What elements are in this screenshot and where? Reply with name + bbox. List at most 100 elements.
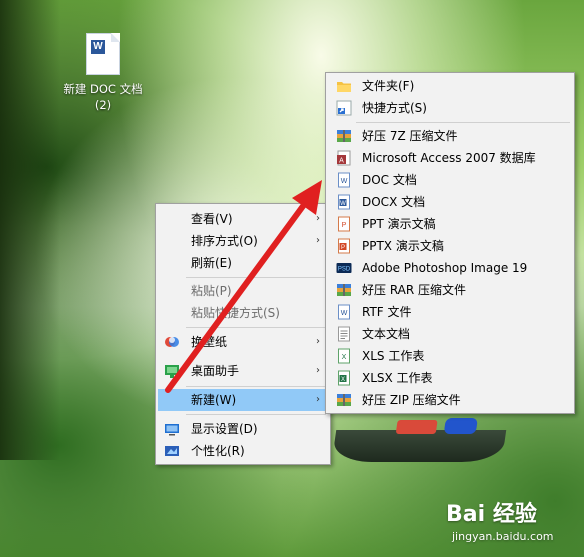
menu-item-personalize[interactable]: 个性化(R) bbox=[158, 440, 328, 462]
submenu-item-label: XLSX 工作表 bbox=[362, 371, 433, 385]
menu-item-desktop-assistant[interactable]: 桌面助手 › bbox=[158, 360, 328, 382]
svg-text:P: P bbox=[342, 222, 347, 229]
text-icon bbox=[338, 326, 350, 342]
display-icon bbox=[165, 424, 179, 436]
menu-item-view[interactable]: 查看(V) › bbox=[158, 208, 328, 230]
menu-item-new[interactable]: 新建(W) › bbox=[158, 389, 328, 411]
doc-file-icon: W bbox=[86, 33, 120, 75]
word-glyph: W bbox=[91, 40, 105, 54]
svg-text:X: X bbox=[341, 377, 345, 383]
submenu-item-label: PPT 演示文稿 bbox=[362, 217, 436, 231]
shortcut-icon bbox=[336, 100, 352, 116]
chevron-right-icon: › bbox=[316, 336, 320, 347]
submenu-item-label: 好压 RAR 压缩文件 bbox=[362, 283, 467, 297]
access-icon: A bbox=[337, 150, 351, 166]
svg-text:X: X bbox=[342, 354, 347, 361]
watermark: Bai 经验 jingyan.baidu.com bbox=[446, 496, 580, 552]
submenu-item-label: 文件夹(F) bbox=[362, 79, 415, 93]
archive-icon bbox=[337, 394, 351, 406]
menu-item-label: 查看(V) bbox=[191, 212, 233, 226]
submenu-item-psd[interactable]: PSD Adobe Photoshop Image 19 bbox=[328, 257, 572, 279]
wallpaper-boat bbox=[331, 418, 507, 462]
svg-text:W: W bbox=[341, 178, 348, 185]
submenu-item-zip[interactable]: 好压 ZIP 压缩文件 bbox=[328, 389, 572, 411]
personalize-icon bbox=[165, 446, 179, 456]
svg-text:PSD: PSD bbox=[338, 267, 351, 273]
submenu-item-7z[interactable]: 好压 7Z 压缩文件 bbox=[328, 125, 572, 147]
ppt-icon: P bbox=[338, 216, 350, 232]
menu-item-label: 刷新(E) bbox=[191, 256, 232, 270]
submenu-item-text[interactable]: 文本文档 bbox=[328, 323, 572, 345]
submenu-item-shortcut[interactable]: 快捷方式(S) bbox=[328, 97, 572, 119]
boat-cargo bbox=[395, 420, 438, 434]
folder-icon bbox=[337, 82, 351, 92]
submenu-item-docx[interactable]: W DOCX 文档 bbox=[328, 191, 572, 213]
docx-icon: W bbox=[338, 194, 350, 210]
chevron-right-icon: › bbox=[316, 365, 320, 376]
submenu-item-doc[interactable]: W DOC 文档 bbox=[328, 169, 572, 191]
submenu-item-rtf[interactable]: W RTF 文件 bbox=[328, 301, 572, 323]
submenu-item-label: XLS 工作表 bbox=[362, 349, 425, 363]
menu-item-wallpaper[interactable]: 换壁纸 › bbox=[158, 331, 328, 353]
menu-separator bbox=[186, 386, 326, 387]
submenu-item-pptx[interactable]: P PPTX 演示文稿 bbox=[328, 235, 572, 257]
chevron-right-icon: › bbox=[316, 394, 320, 405]
submenu-item-rar[interactable]: 好压 RAR 压缩文件 bbox=[328, 279, 572, 301]
pptx-icon: P bbox=[338, 238, 350, 254]
watermark-brand: Bai 经验 bbox=[446, 502, 537, 527]
chevron-right-icon: › bbox=[316, 213, 320, 224]
submenu-item-xlsx[interactable]: X XLSX 工作表 bbox=[328, 367, 572, 389]
wallpaper-icon bbox=[165, 337, 179, 347]
submenu-item-label: 文本文档 bbox=[362, 327, 411, 341]
menu-item-sort[interactable]: 排序方式(O) › bbox=[158, 230, 328, 252]
chevron-right-icon: › bbox=[316, 235, 320, 246]
svg-text:P: P bbox=[341, 245, 345, 251]
submenu-item-label: Microsoft Access 2007 数据库 bbox=[362, 151, 536, 165]
submenu-item-label: DOCX 文档 bbox=[362, 195, 426, 209]
menu-item-paste[interactable]: 粘贴(P) bbox=[158, 280, 328, 302]
archive-icon bbox=[337, 130, 351, 142]
assistant-icon bbox=[165, 365, 179, 378]
submenu-item-label: 快捷方式(S) bbox=[362, 101, 427, 115]
context-menu: 查看(V) › 排序方式(O) › 刷新(E) 粘贴(P) 粘贴快捷方式(S) … bbox=[155, 203, 331, 465]
xlsx-icon: X bbox=[338, 370, 350, 386]
watermark-url: jingyan.baidu.com bbox=[452, 530, 554, 543]
svg-text:W: W bbox=[340, 201, 346, 207]
submenu-item-access[interactable]: A Microsoft Access 2007 数据库 bbox=[328, 147, 572, 169]
doc-icon: W bbox=[338, 172, 350, 188]
desktop-icon-doc[interactable]: W 新建 DOC 文档 (2) bbox=[62, 33, 144, 113]
wallpaper-tree bbox=[0, 0, 60, 460]
menu-separator bbox=[186, 414, 326, 415]
submenu-item-label: 好压 7Z 压缩文件 bbox=[362, 129, 458, 143]
submenu-item-label: 好压 ZIP 压缩文件 bbox=[362, 393, 461, 407]
rtf-icon: W bbox=[338, 304, 350, 320]
svg-text:A: A bbox=[339, 158, 344, 165]
xls-icon: X bbox=[338, 348, 350, 364]
menu-item-label: 换壁纸 bbox=[191, 335, 228, 349]
menu-item-label: 桌面助手 bbox=[191, 364, 240, 378]
menu-separator bbox=[356, 122, 570, 123]
menu-item-display-settings[interactable]: 显示设置(D) bbox=[158, 418, 328, 440]
menu-item-label: 新建(W) bbox=[191, 393, 237, 407]
menu-item-label: 个性化(R) bbox=[191, 444, 245, 458]
menu-separator bbox=[186, 327, 326, 328]
menu-item-label: 显示设置(D) bbox=[191, 422, 258, 436]
menu-item-paste-shortcut[interactable]: 粘贴快捷方式(S) bbox=[158, 302, 328, 324]
desktop-icon-label: 新建 DOC 文档 (2) bbox=[63, 82, 143, 112]
menu-item-label: 粘贴快捷方式(S) bbox=[191, 306, 280, 320]
submenu-item-label: Adobe Photoshop Image 19 bbox=[362, 261, 528, 275]
menu-item-refresh[interactable]: 刷新(E) bbox=[158, 252, 328, 274]
submenu-item-label: PPTX 演示文稿 bbox=[362, 239, 444, 253]
menu-item-label: 排序方式(O) bbox=[191, 234, 258, 248]
menu-separator bbox=[186, 277, 326, 278]
submenu-item-xls[interactable]: X XLS 工作表 bbox=[328, 345, 572, 367]
submenu-item-ppt[interactable]: P PPT 演示文稿 bbox=[328, 213, 572, 235]
submenu-item-label: DOC 文档 bbox=[362, 173, 417, 187]
page-fold bbox=[111, 33, 120, 42]
submenu-item-label: RTF 文件 bbox=[362, 305, 412, 319]
svg-text:W: W bbox=[341, 310, 348, 317]
boat-cargo bbox=[443, 418, 478, 434]
menu-item-label: 粘贴(P) bbox=[191, 284, 232, 298]
submenu-item-folder[interactable]: 文件夹(F) bbox=[328, 75, 572, 97]
psd-icon: PSD bbox=[336, 263, 352, 273]
